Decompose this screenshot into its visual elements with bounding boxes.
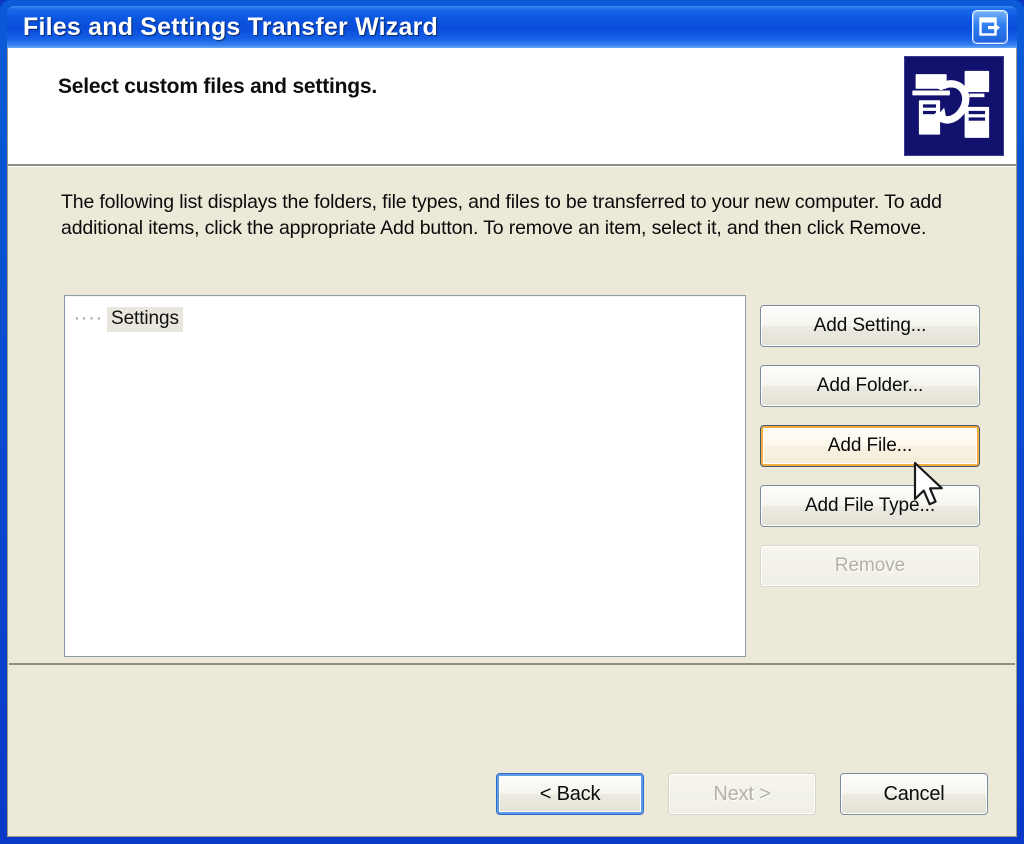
wizard-body: The following list displays the folders,… — [7, 167, 1017, 751]
cancel-button[interactable]: Cancel — [840, 772, 988, 815]
side-button-group: Add Setting... Add Folder... Add File...… — [760, 305, 980, 605]
window-title: Files and Settings Transfer Wizard — [23, 12, 439, 41]
title-bar: Files and Settings Transfer Wizard — [7, 6, 1017, 48]
next-button: Next > — [668, 772, 816, 815]
instruction-text: The following list displays the folders,… — [61, 191, 942, 239]
tree-connector-icon: ···· — [73, 308, 103, 329]
add-folder-button[interactable]: Add Folder... — [760, 365, 980, 407]
items-listbox[interactable]: ···· Settings — [64, 295, 746, 657]
wizard-window: Files and Settings Transfer Wizard Selec… — [0, 0, 1024, 844]
add-setting-button[interactable]: Add Setting... — [760, 305, 980, 347]
back-button[interactable]: < Back — [496, 772, 644, 815]
wizard-header: Select custom files and settings. — [7, 48, 1017, 164]
page-title: Select custom files and settings. — [58, 75, 377, 98]
items-tree[interactable]: ···· Settings — [65, 296, 745, 332]
wizard-footer: < Back Next > Cancel — [7, 751, 1017, 837]
list-item-label: Settings — [107, 306, 183, 332]
transfer-computers-glyph — [910, 69, 991, 140]
footer-separator — [9, 663, 1015, 665]
add-file-button[interactable]: Add File... — [760, 425, 980, 467]
remove-button: Remove — [760, 545, 980, 587]
list-item[interactable]: ···· Settings — [65, 306, 745, 332]
exit-window-arrow-icon[interactable] — [972, 10, 1008, 44]
add-file-type-button[interactable]: Add File Type... — [760, 485, 980, 527]
transfer-computers-icon — [904, 56, 1004, 156]
exit-window-arrow-glyph — [979, 17, 1000, 36]
